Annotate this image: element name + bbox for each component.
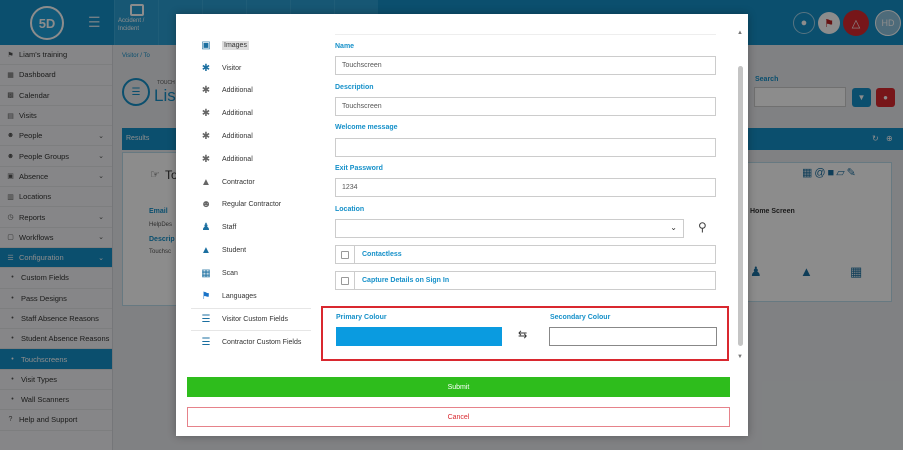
name-label: Name [335, 43, 355, 50]
location-select[interactable]: ⌄ [335, 219, 684, 238]
menu-item-scan[interactable]: ▦ Scan [191, 262, 311, 285]
walking-person-icon: ✱ [201, 85, 211, 97]
menu-item-regular-contractor[interactable]: ☻ Regular Contractor [191, 194, 311, 217]
secondary-colour-picker[interactable] [549, 327, 717, 346]
search-icon[interactable]: ⚲ [698, 220, 707, 234]
menu-item-staff[interactable]: ♟ Staff [191, 216, 311, 239]
location-label: Location [335, 206, 365, 213]
menu-item-visitor-custom-fields[interactable]: ☰ Visitor Custom Fields [191, 307, 311, 331]
settings-menu: ▣ Images ✱ Visitor ✱ Additional ✱ Additional… [191, 34, 311, 353]
menu-item-languages[interactable]: ⚑ Languages [191, 285, 311, 308]
name-field[interactable]: Touchscreen [335, 56, 716, 75]
description-field[interactable]: Touchscreen [335, 97, 716, 116]
welcome-message-field[interactable] [335, 138, 716, 157]
secondary-colour-label: Secondary Colour [550, 314, 611, 321]
scroll-up-icon[interactable]: ▲ [737, 30, 743, 36]
primary-colour-picker[interactable] [336, 327, 502, 346]
menu-item-visitor[interactable]: ✱ Visitor [191, 57, 311, 80]
walking-person-icon: ✱ [201, 108, 211, 120]
menu-item-contractor-custom-fields[interactable]: ☰ Contractor Custom Fields [191, 330, 311, 353]
checklist-icon: ☰ [201, 313, 211, 325]
contactless-row[interactable]: Contactless [335, 245, 716, 264]
checklist-icon: ☰ [201, 336, 211, 348]
contactless-checkbox[interactable] [336, 246, 355, 263]
menu-item-contractor[interactable]: ▲ Contractor [191, 171, 311, 194]
menu-item-student[interactable]: ▲ Student [191, 239, 311, 262]
menu-item-additional[interactable]: ✱ Additional [191, 125, 311, 148]
qr-code-icon: ▦ [201, 267, 211, 279]
scroll-thumb[interactable] [738, 66, 743, 346]
walking-person-icon: ✱ [201, 131, 211, 143]
menu-item-additional[interactable]: ✱ Additional [191, 102, 311, 125]
description-label: Description [335, 84, 374, 91]
graduate-icon: ▲ [201, 245, 211, 257]
staff-icon: ♟ [201, 222, 211, 234]
form-divider [335, 34, 716, 35]
submit-button[interactable]: Submit [187, 377, 730, 397]
contractor-group-icon: ☻ [200, 199, 212, 211]
chevron-down-icon: ⌄ [670, 223, 677, 232]
walking-person-icon: ✱ [201, 153, 211, 165]
walking-person-icon: ✱ [201, 62, 211, 74]
flag-icon: ⚑ [201, 290, 211, 302]
welcome-message-label: Welcome message [335, 124, 398, 131]
exit-password-field[interactable]: 1234 [335, 178, 716, 197]
menu-item-additional[interactable]: ✱ Additional [191, 80, 311, 103]
hard-hat-icon: ▲ [201, 176, 211, 188]
modal-scrollbar[interactable]: ▲ ▼ [736, 30, 744, 360]
scroll-down-icon[interactable]: ▼ [737, 354, 743, 360]
menu-item-additional[interactable]: ✱ Additional [191, 148, 311, 171]
image-icon: ▣ [201, 39, 211, 51]
primary-colour-label: Primary Colour [336, 314, 387, 321]
cancel-button[interactable]: Cancel [187, 407, 730, 427]
exit-password-label: Exit Password [335, 165, 383, 172]
swap-colours-icon[interactable]: ⇆ [518, 328, 527, 341]
contactless-label: Contactless [362, 251, 402, 258]
menu-item-images[interactable]: ▣ Images [191, 34, 311, 57]
capture-details-label: Capture Details on Sign In [362, 277, 450, 284]
capture-details-row[interactable]: Capture Details on Sign In [335, 271, 716, 290]
capture-details-checkbox[interactable] [336, 272, 355, 289]
